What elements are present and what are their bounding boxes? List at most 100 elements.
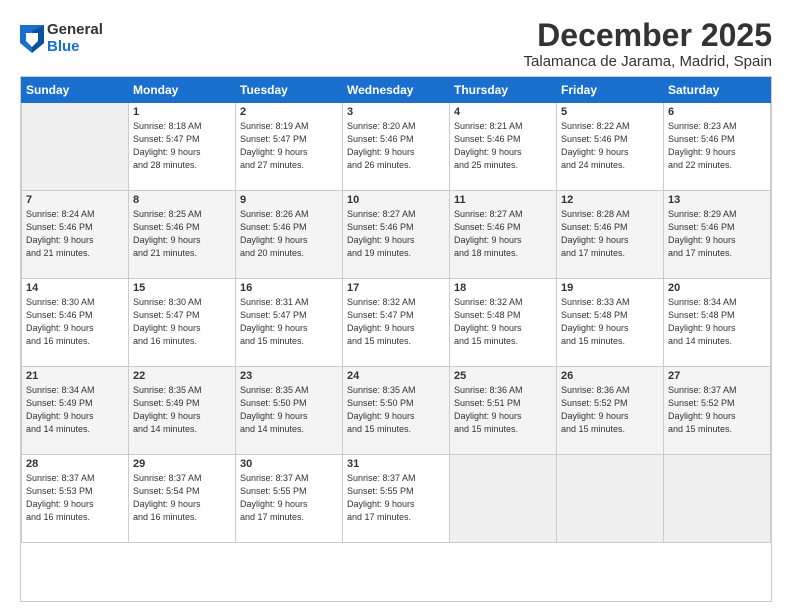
title-block: December 2025 Talamanca de Jarama, Madri… (524, 18, 772, 70)
calendar-header: SundayMondayTuesdayWednesdayThursdayFrid… (22, 78, 771, 103)
day-cell: 16Sunrise: 8:31 AM Sunset: 5:47 PM Dayli… (236, 279, 343, 367)
day-number: 23 (240, 370, 338, 382)
logo-text: General Blue (47, 22, 103, 55)
week-row-5: 28 Sunrise: 8:37 AM Sunset: 5:53 PM Dayli… (22, 455, 771, 543)
day-cell: 9 Sunrise: 8:26 AM Sunset: 5:46 PM Daylig… (236, 191, 343, 279)
page: General Blue December 2025 Talamanca de … (0, 0, 792, 612)
day-cell: 22 Sunrise: 8:35 AM Sunset: 5:49 PM Dayli… (129, 367, 236, 455)
day-cell: 5Sunrise: 8:22 AM Sunset: 5:46 PM Daylig… (557, 103, 664, 191)
day-number: 17 (347, 282, 445, 294)
day-number: 2 (240, 106, 338, 118)
day-number: 15 (133, 282, 231, 294)
header-cell-friday: Friday (557, 78, 664, 103)
day-info: Sunrise: 8:37 AM Sunset: 5:52 PM Dayligh… (668, 384, 766, 436)
day-info: Sunrise: 8:32 AM Sunset: 5:48 PM Dayligh… (454, 296, 552, 348)
day-number: 20 (668, 282, 766, 294)
day-info: Sunrise: 8:30 AM Sunset: 5:46 PM Dayligh… (26, 296, 124, 348)
day-number: 13 (668, 194, 766, 206)
day-info: Sunrise: 8:37 AM Sunset: 5:55 PM Dayligh… (240, 472, 338, 524)
day-number: 4 (454, 106, 552, 118)
week-row-4: 21 Sunrise: 8:34 AM Sunset: 5:49 PM Dayli… (22, 367, 771, 455)
day-cell: 29Sunrise: 8:37 AM Sunset: 5:54 PM Dayli… (129, 455, 236, 543)
day-cell: 23 Sunrise: 8:35 AM Sunset: 5:50 PM Dayli… (236, 367, 343, 455)
day-info: Sunrise: 8:35 AM Sunset: 5:50 PM Dayligh… (240, 384, 338, 436)
day-cell: 26 Sunrise: 8:36 AM Sunset: 5:52 PM Dayli… (557, 367, 664, 455)
day-number: 25 (454, 370, 552, 382)
week-row-2: 7Sunrise: 8:24 AM Sunset: 5:46 PM Daylig… (22, 191, 771, 279)
day-cell: 27 Sunrise: 8:37 AM Sunset: 5:52 PM Dayli… (664, 367, 771, 455)
day-number: 19 (561, 282, 659, 294)
header-cell-thursday: Thursday (450, 78, 557, 103)
day-info: Sunrise: 8:27 AM Sunset: 5:46 PM Dayligh… (454, 208, 552, 260)
day-number: 26 (561, 370, 659, 382)
day-number: 18 (454, 282, 552, 294)
calendar: SundayMondayTuesdayWednesdayThursdayFrid… (20, 76, 772, 602)
day-info: Sunrise: 8:26 AM Sunset: 5:46 PM Dayligh… (240, 208, 338, 260)
day-info: Sunrise: 8:37 AM Sunset: 5:55 PM Dayligh… (347, 472, 445, 524)
day-info: Sunrise: 8:34 AM Sunset: 5:48 PM Dayligh… (668, 296, 766, 348)
day-info: Sunrise: 8:20 AM Sunset: 5:46 PM Dayligh… (347, 120, 445, 172)
day-cell: 31 Sunrise: 8:37 AM Sunset: 5:55 PM Dayli… (343, 455, 450, 543)
header-cell-monday: Monday (129, 78, 236, 103)
day-info: Sunrise: 8:18 AM Sunset: 5:47 PM Dayligh… (133, 120, 231, 172)
day-number: 16 (240, 282, 338, 294)
location: Talamanca de Jarama, Madrid, Spain (524, 53, 772, 70)
day-number: 22 (133, 370, 231, 382)
header-cell-tuesday: Tuesday (236, 78, 343, 103)
day-info: Sunrise: 8:27 AM Sunset: 5:46 PM Dayligh… (347, 208, 445, 260)
day-cell: 7Sunrise: 8:24 AM Sunset: 5:46 PM Daylig… (22, 191, 129, 279)
day-info: Sunrise: 8:30 AM Sunset: 5:47 PM Dayligh… (133, 296, 231, 348)
day-number: 30 (240, 458, 338, 470)
day-cell (450, 455, 557, 543)
day-info: Sunrise: 8:34 AM Sunset: 5:49 PM Dayligh… (26, 384, 124, 436)
day-number: 12 (561, 194, 659, 206)
day-cell (22, 103, 129, 191)
day-info: Sunrise: 8:25 AM Sunset: 5:46 PM Dayligh… (133, 208, 231, 260)
day-info: Sunrise: 8:37 AM Sunset: 5:53 PM Dayligh… (26, 472, 124, 524)
day-cell: 8Sunrise: 8:25 AM Sunset: 5:46 PM Daylig… (129, 191, 236, 279)
header: General Blue December 2025 Talamanca de … (20, 18, 772, 70)
day-number: 3 (347, 106, 445, 118)
day-cell: 24Sunrise: 8:35 AM Sunset: 5:50 PM Dayli… (343, 367, 450, 455)
day-cell: 11 Sunrise: 8:27 AM Sunset: 5:46 PM Dayli… (450, 191, 557, 279)
day-cell: 2Sunrise: 8:19 AM Sunset: 5:47 PM Daylig… (236, 103, 343, 191)
calendar-body: 1Sunrise: 8:18 AM Sunset: 5:47 PM Daylig… (22, 103, 771, 543)
day-number: 14 (26, 282, 124, 294)
day-cell: 13 Sunrise: 8:29 AM Sunset: 5:46 PM Dayli… (664, 191, 771, 279)
day-number: 29 (133, 458, 231, 470)
day-cell: 21 Sunrise: 8:34 AM Sunset: 5:49 PM Dayli… (22, 367, 129, 455)
logo-icon (20, 25, 44, 53)
day-cell: 3 Sunrise: 8:20 AM Sunset: 5:46 PM Daylig… (343, 103, 450, 191)
day-cell: 30 Sunrise: 8:37 AM Sunset: 5:55 PM Dayli… (236, 455, 343, 543)
day-number: 21 (26, 370, 124, 382)
day-cell: 12 Sunrise: 8:28 AM Sunset: 5:46 PM Dayli… (557, 191, 664, 279)
day-cell (557, 455, 664, 543)
header-cell-wednesday: Wednesday (343, 78, 450, 103)
day-info: Sunrise: 8:36 AM Sunset: 5:52 PM Dayligh… (561, 384, 659, 436)
header-cell-sunday: Sunday (22, 78, 129, 103)
week-row-1: 1Sunrise: 8:18 AM Sunset: 5:47 PM Daylig… (22, 103, 771, 191)
day-info: Sunrise: 8:36 AM Sunset: 5:51 PM Dayligh… (454, 384, 552, 436)
day-cell (664, 455, 771, 543)
day-cell: 1Sunrise: 8:18 AM Sunset: 5:47 PM Daylig… (129, 103, 236, 191)
day-info: Sunrise: 8:23 AM Sunset: 5:46 PM Dayligh… (668, 120, 766, 172)
day-info: Sunrise: 8:29 AM Sunset: 5:46 PM Dayligh… (668, 208, 766, 260)
calendar-table: SundayMondayTuesdayWednesdayThursdayFrid… (21, 77, 771, 543)
logo-blue-text: Blue (47, 39, 103, 56)
day-number: 31 (347, 458, 445, 470)
day-info: Sunrise: 8:32 AM Sunset: 5:47 PM Dayligh… (347, 296, 445, 348)
day-number: 27 (668, 370, 766, 382)
calendar-header-row: SundayMondayTuesdayWednesdayThursdayFrid… (22, 78, 771, 103)
day-number: 11 (454, 194, 552, 206)
day-cell: 4 Sunrise: 8:21 AM Sunset: 5:46 PM Daylig… (450, 103, 557, 191)
day-number: 28 (26, 458, 124, 470)
day-info: Sunrise: 8:35 AM Sunset: 5:49 PM Dayligh… (133, 384, 231, 436)
day-number: 5 (561, 106, 659, 118)
day-number: 9 (240, 194, 338, 206)
day-info: Sunrise: 8:21 AM Sunset: 5:46 PM Dayligh… (454, 120, 552, 172)
day-info: Sunrise: 8:35 AM Sunset: 5:50 PM Dayligh… (347, 384, 445, 436)
logo-general-text: General (47, 22, 103, 39)
day-cell: 19Sunrise: 8:33 AM Sunset: 5:48 PM Dayli… (557, 279, 664, 367)
day-info: Sunrise: 8:28 AM Sunset: 5:46 PM Dayligh… (561, 208, 659, 260)
month-title: December 2025 (524, 18, 772, 53)
